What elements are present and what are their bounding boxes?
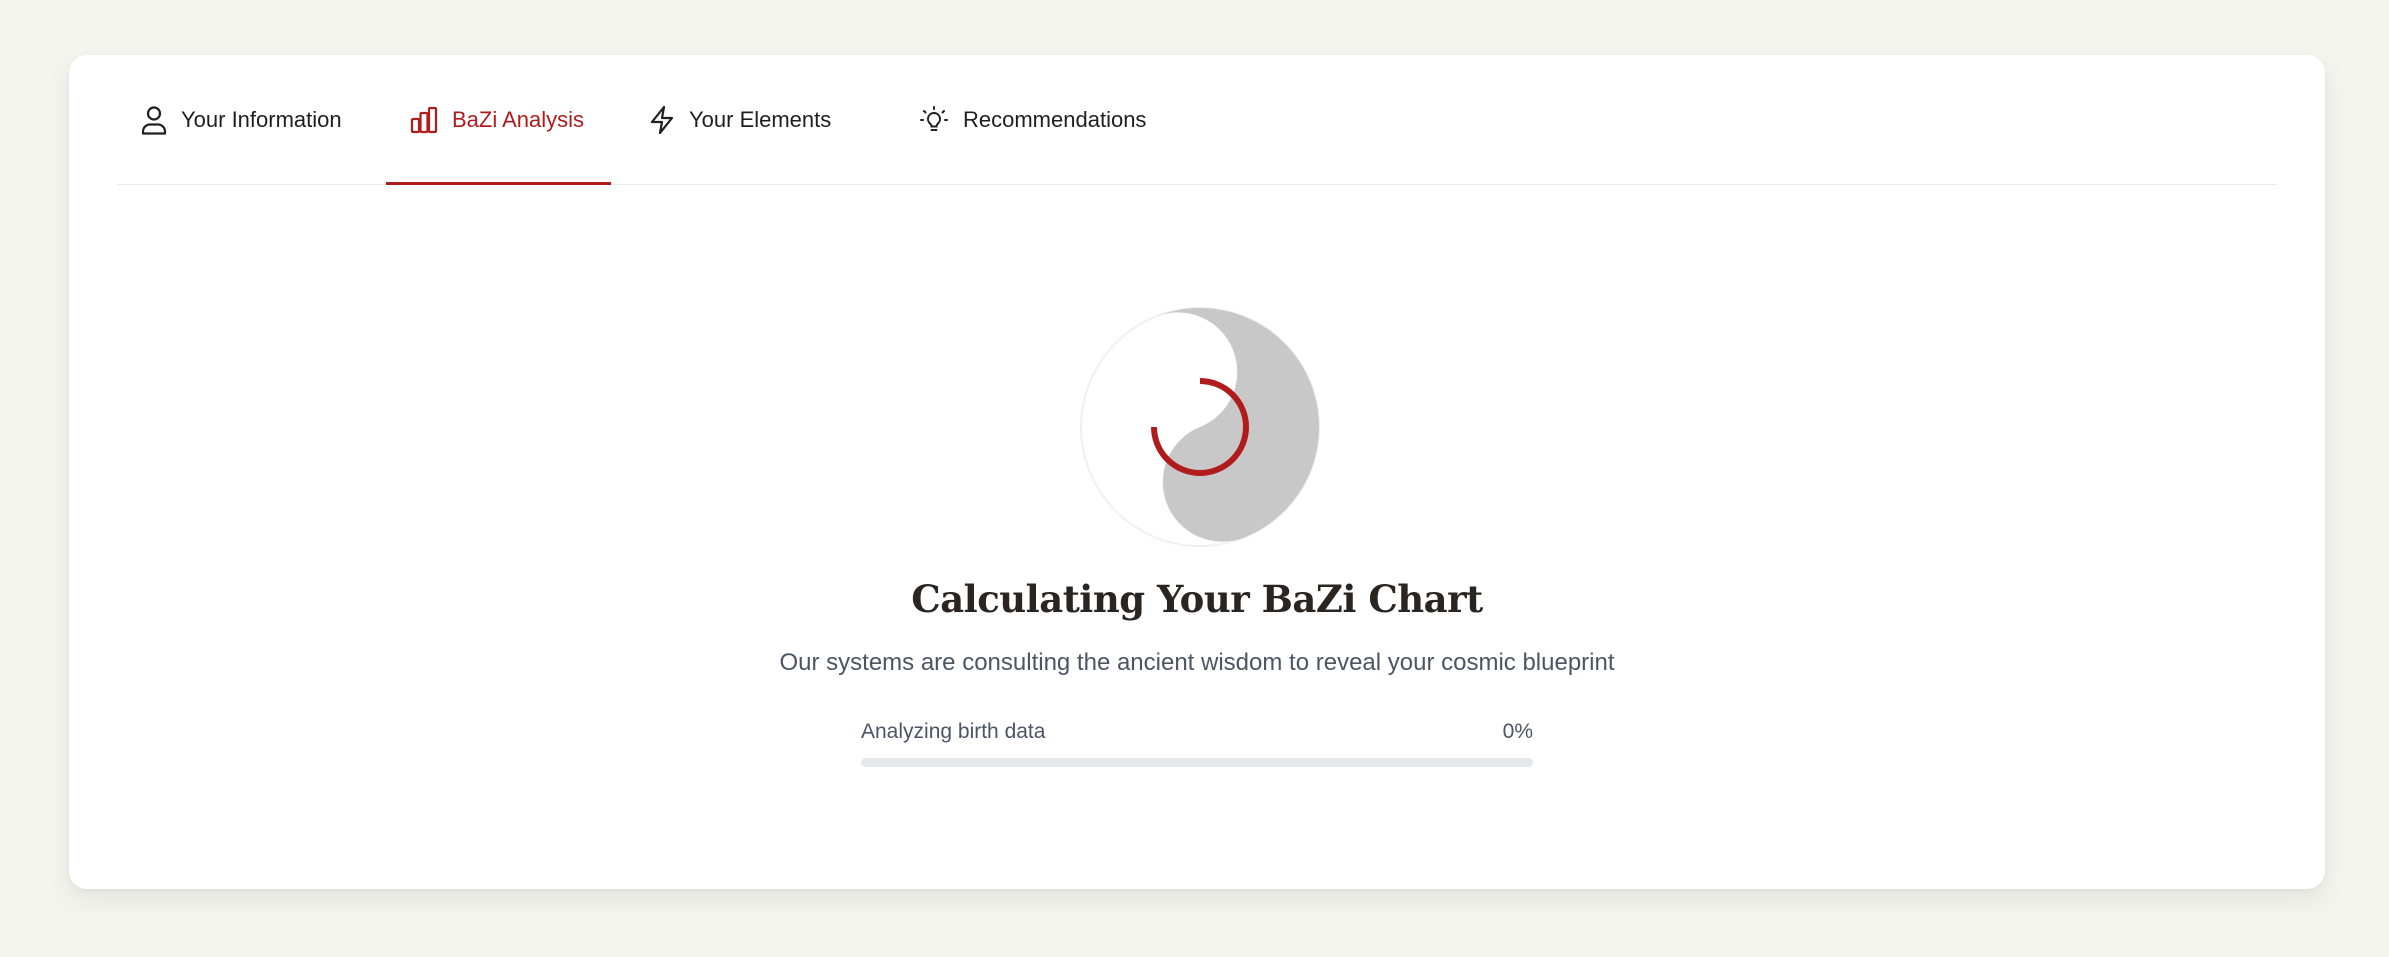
user-icon xyxy=(141,105,167,135)
tab-label: BaZi Analysis xyxy=(452,106,585,132)
yin-yang-spinner xyxy=(1075,302,1325,557)
tab-label: Recommendations xyxy=(963,106,1147,132)
tab-label: Your Elements xyxy=(689,106,832,132)
progress-bar xyxy=(861,758,1533,767)
tab-bar: Your Information BaZi Analysis Your Elem… xyxy=(117,55,2277,185)
progress-percent: 0% xyxy=(1502,720,1533,743)
main-card: Your Information BaZi Analysis Your Elem… xyxy=(69,55,2325,889)
lightbulb-icon xyxy=(919,105,949,135)
tab-your-information[interactable]: Your Information xyxy=(117,55,366,184)
bar-chart-icon xyxy=(410,106,438,134)
tab-bazi-analysis[interactable]: BaZi Analysis xyxy=(386,55,611,185)
loading-title: Calculating Your BaZi Chart xyxy=(911,577,1483,621)
loading-subtitle: Our systems are consulting the ancient w… xyxy=(779,649,1615,676)
progress-section: Analyzing birth data 0% xyxy=(861,720,1533,767)
tab-label: Your Information xyxy=(181,106,342,132)
lightning-icon xyxy=(649,105,675,135)
progress-step-label: Analyzing birth data xyxy=(861,720,1046,743)
tab-recommendations[interactable]: Recommendations xyxy=(895,55,1170,184)
tab-your-elements[interactable]: Your Elements xyxy=(625,55,855,184)
